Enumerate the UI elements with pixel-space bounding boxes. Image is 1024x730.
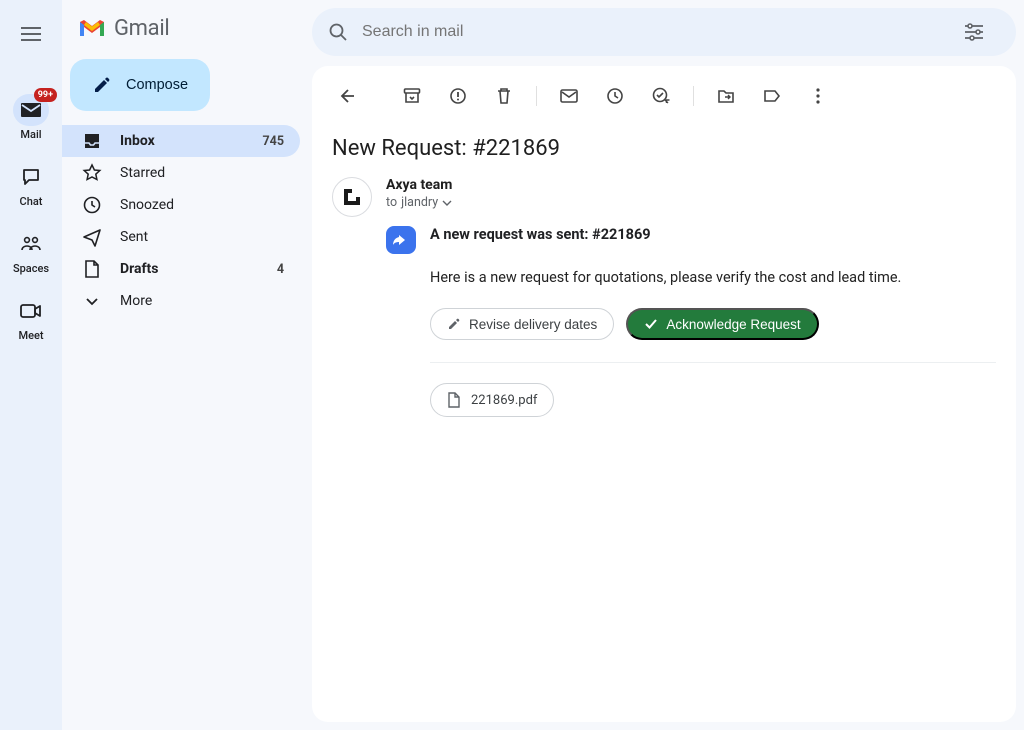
chevron-down-icon [84, 293, 100, 309]
nav-item-sent[interactable]: Sent [62, 221, 300, 253]
hamburger-icon [21, 27, 41, 41]
draft-icon [83, 259, 101, 279]
mail-icon [20, 101, 42, 119]
mail-outline-icon [560, 89, 578, 103]
tune-icon [964, 23, 984, 41]
revise-label: Revise delivery dates [469, 317, 597, 332]
search-options-button[interactable] [954, 12, 994, 52]
folder-move-icon [717, 88, 735, 104]
trash-icon [496, 87, 512, 105]
rail-item-spaces[interactable]: Spaces [3, 222, 59, 283]
to-prefix: to [386, 195, 397, 210]
inbox-icon [82, 131, 102, 151]
nav-item-drafts[interactable]: Drafts 4 [62, 253, 300, 285]
sender-avatar[interactable] [332, 177, 372, 217]
labels-button[interactable] [752, 78, 792, 114]
snooze-button[interactable] [595, 78, 635, 114]
company-logo-icon [341, 186, 363, 208]
attachment-name: 221869.pdf [471, 393, 537, 408]
forward-badge [386, 226, 416, 254]
document-icon [447, 392, 461, 408]
nav-label: Inbox [120, 133, 155, 149]
archive-icon [403, 87, 421, 105]
back-button[interactable] [326, 78, 366, 114]
forward-arrow-icon [393, 233, 409, 247]
recipient-name: jlandry [401, 195, 438, 210]
archive-button[interactable] [392, 78, 432, 114]
nav-label: Drafts [120, 261, 158, 277]
clock-icon [606, 87, 624, 105]
toolbar-separator [536, 86, 537, 106]
rail-label: Chat [20, 195, 43, 208]
sender-name: Axya team [386, 177, 452, 193]
recipient-row[interactable]: to jlandry [386, 195, 996, 210]
compose-button[interactable]: Compose [70, 59, 210, 111]
main: New Request: #221869 Axya team to jlandr… [312, 0, 1024, 730]
unread-badge: 99+ [34, 88, 57, 102]
app-rail: 99+ Mail Chat Spaces Meet [0, 0, 62, 730]
spaces-icon [20, 235, 42, 253]
nav-label: Snoozed [120, 197, 174, 213]
folder-nav: Inbox 745 Starred Snoozed Sent Drafts 4 [62, 125, 312, 317]
nav-count: 4 [277, 262, 284, 277]
rail-label: Meet [18, 329, 43, 342]
check-icon [644, 318, 658, 330]
message-pane: New Request: #221869 Axya team to jlandr… [312, 66, 1016, 722]
rail-item-meet[interactable]: Meet [3, 289, 59, 350]
rail-item-mail[interactable]: 99+ Mail [3, 88, 59, 149]
gmail-logo-icon [78, 18, 106, 40]
dropdown-icon [442, 200, 452, 206]
revise-dates-button[interactable]: Revise delivery dates [430, 308, 614, 340]
brand[interactable]: Gmail [62, 10, 312, 59]
nav-item-inbox[interactable]: Inbox 745 [62, 125, 300, 157]
email-headline: A new request was sent: #221869 [430, 226, 996, 243]
delete-button[interactable] [484, 78, 524, 114]
move-to-button[interactable] [706, 78, 746, 114]
main-menu-button[interactable] [11, 14, 51, 54]
nav-item-snoozed[interactable]: Snoozed [62, 189, 300, 221]
star-icon [82, 163, 102, 183]
pencil-icon [447, 317, 461, 331]
pencil-icon [92, 75, 112, 95]
meet-icon [20, 303, 42, 319]
acknowledge-button[interactable]: Acknowledge Request [626, 308, 818, 340]
nav-label: More [120, 293, 152, 309]
rail-item-chat[interactable]: Chat [3, 155, 59, 216]
send-icon [82, 227, 102, 247]
arrow-left-icon [336, 86, 356, 106]
report-spam-button[interactable] [438, 78, 478, 114]
nav-label: Starred [120, 165, 165, 181]
task-icon [652, 87, 670, 105]
compose-label: Compose [126, 77, 188, 93]
label-icon [763, 89, 781, 103]
clock-icon [82, 195, 102, 215]
attachment-chip[interactable]: 221869.pdf [430, 383, 554, 417]
nav-item-more[interactable]: More [62, 285, 300, 317]
more-actions-button[interactable] [798, 78, 838, 114]
search-input[interactable] [362, 23, 940, 41]
sidebar: Gmail Compose Inbox 745 Starred Snoozed [62, 0, 312, 730]
mark-unread-button[interactable] [549, 78, 589, 114]
toolbar-separator [693, 86, 694, 106]
spam-icon [449, 87, 467, 105]
rail-label: Spaces [13, 262, 49, 275]
nav-item-starred[interactable]: Starred [62, 157, 300, 189]
rail-label: Mail [20, 128, 41, 141]
search-bar[interactable] [312, 8, 1016, 56]
nav-count: 745 [262, 134, 284, 149]
acknowledge-label: Acknowledge Request [666, 317, 800, 332]
nav-label: Sent [120, 229, 148, 245]
add-task-button[interactable] [641, 78, 681, 114]
more-vert-icon [816, 88, 820, 104]
email-subject: New Request: #221869 [312, 128, 1016, 177]
message-toolbar [312, 76, 1016, 128]
chat-icon [21, 167, 41, 187]
search-icon [328, 22, 348, 42]
brand-text: Gmail [114, 16, 169, 41]
email-body: Here is a new request for quotations, pl… [430, 269, 996, 286]
